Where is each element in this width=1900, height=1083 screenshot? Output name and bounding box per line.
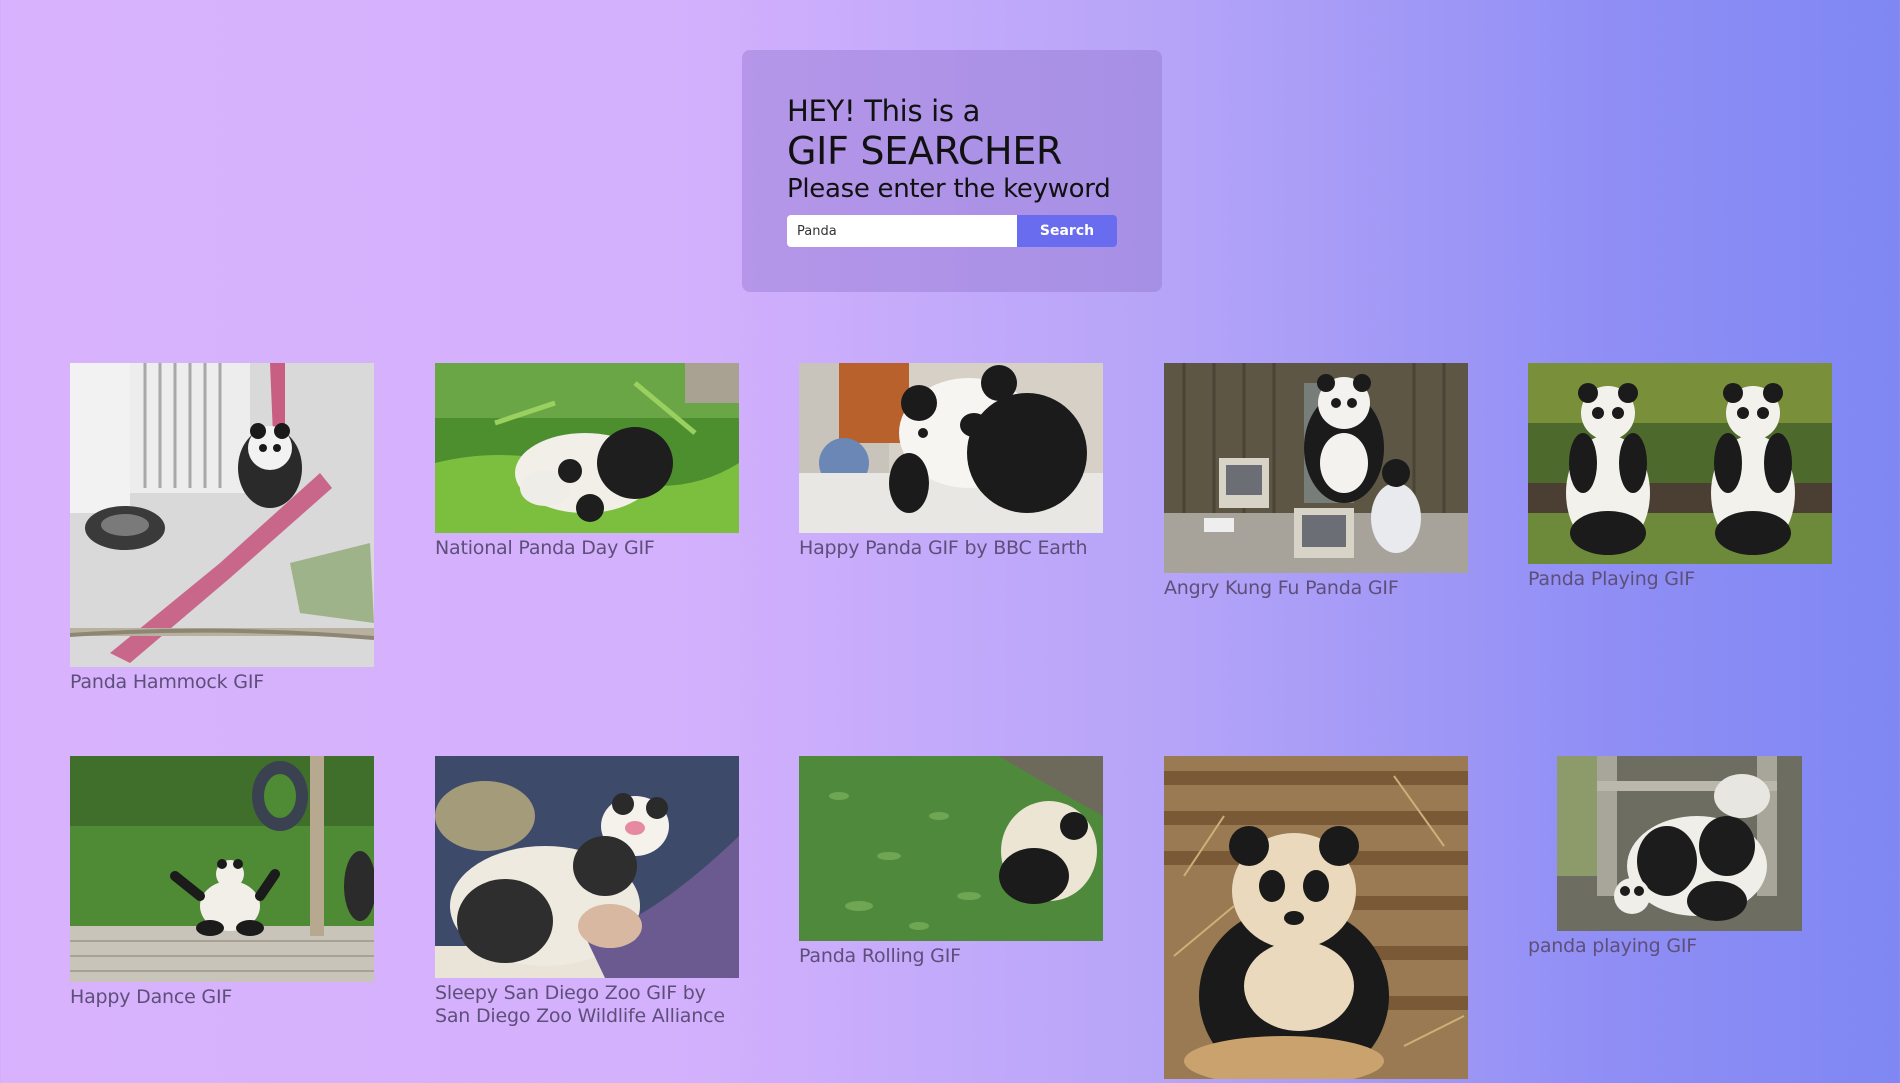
gif-result-card[interactable]: Happy Panda GIF by BBC Earth bbox=[799, 363, 1103, 560]
gif-result-card[interactable]: panda playing GIF bbox=[1528, 756, 1832, 958]
gif-image[interactable] bbox=[435, 756, 739, 978]
gif-result-card[interactable]: Panda Rolling GIF bbox=[799, 756, 1103, 968]
gif-title: Panda Playing GIF bbox=[1528, 568, 1695, 590]
search-card: HEY! This is a GIF SEARCHER Please enter… bbox=[742, 50, 1162, 292]
gif-result-card[interactable]: Panda Hammock GIF bbox=[70, 363, 374, 694]
gif-title: National Panda Day GIF bbox=[435, 537, 655, 559]
gif-image[interactable] bbox=[70, 363, 374, 667]
gif-title: Panda Hammock GIF bbox=[70, 671, 264, 693]
gif-result-card[interactable]: Sleepy San Diego Zoo GIF by San Diego Zo… bbox=[435, 756, 739, 1028]
search-form: Search bbox=[787, 215, 1117, 247]
gif-image[interactable] bbox=[1164, 363, 1468, 573]
gif-image[interactable] bbox=[1528, 363, 1832, 564]
gif-result-card[interactable]: Panda Playing GIF bbox=[1528, 363, 1832, 591]
gif-image[interactable] bbox=[435, 363, 739, 533]
gif-image[interactable] bbox=[799, 756, 1103, 941]
gif-result-card[interactable]: National Panda Day GIF bbox=[435, 363, 739, 560]
gif-result-card[interactable] bbox=[1164, 756, 1468, 1083]
search-button[interactable]: Search bbox=[1017, 215, 1117, 247]
search-prompt: Please enter the keyword bbox=[787, 174, 1111, 204]
gif-title: panda playing GIF bbox=[1528, 935, 1697, 957]
gif-image[interactable] bbox=[70, 756, 374, 982]
gif-title: Panda Rolling GIF bbox=[799, 945, 961, 967]
gif-title: Happy Panda GIF by BBC Earth bbox=[799, 537, 1088, 559]
search-input[interactable] bbox=[787, 215, 1017, 247]
gif-image[interactable] bbox=[799, 363, 1103, 533]
gif-image[interactable] bbox=[1557, 756, 1802, 931]
page-title: GIF SEARCHER bbox=[787, 129, 1063, 173]
gif-result-card[interactable]: Happy Dance GIF bbox=[70, 756, 374, 1009]
gif-title: Happy Dance GIF bbox=[70, 986, 233, 1008]
gif-title: Angry Kung Fu Panda GIF bbox=[1164, 577, 1399, 599]
header-greeting: HEY! This is a bbox=[787, 94, 981, 128]
gif-image[interactable] bbox=[1164, 756, 1468, 1079]
gif-title: Sleepy San Diego Zoo GIF by San Diego Zo… bbox=[435, 982, 725, 1027]
gif-result-card[interactable]: Angry Kung Fu Panda GIF bbox=[1164, 363, 1468, 600]
